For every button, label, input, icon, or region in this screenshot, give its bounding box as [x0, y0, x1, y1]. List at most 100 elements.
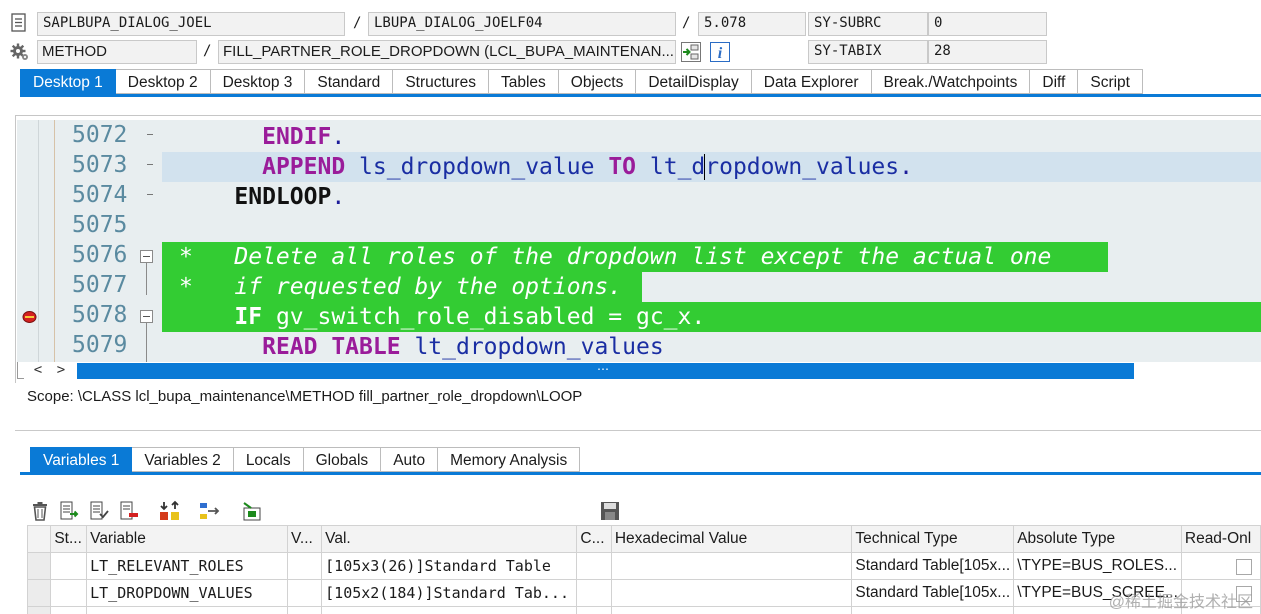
tab-breakpoints[interactable]: Break./Watchpoints: [871, 69, 1031, 94]
tab-desktop-1[interactable]: Desktop 1: [20, 69, 116, 94]
tab-structures[interactable]: Structures: [393, 69, 489, 94]
tab-desktop-2[interactable]: Desktop 2: [115, 69, 211, 94]
v-cell: [287, 579, 323, 607]
variables-table: St... Variable V... Val. C... Hexadecima…: [27, 525, 1261, 614]
code-editor[interactable]: 5072 5073 5074 5075 5076 5077 5078 5079 …: [17, 120, 1261, 362]
variable-tabs: Variables 1 Variables 2 Locals Globals A…: [30, 447, 581, 472]
code-line: READ TABLE lt_dropdown_values: [179, 332, 1261, 362]
tab-underline: [20, 94, 1261, 97]
tab-underline: [20, 472, 1261, 475]
column-header[interactable]: V...: [287, 525, 323, 553]
separator: /: [682, 15, 691, 31]
column-header[interactable]: C...: [576, 525, 612, 553]
period: .: [331, 124, 346, 150]
sy-tabix-value: 28: [928, 40, 1047, 64]
c-cell: [576, 579, 612, 607]
tab-memory-analysis[interactable]: Memory Analysis: [438, 447, 581, 472]
variable: ropdown_values: [705, 154, 900, 180]
period: .: [899, 154, 913, 180]
fold-line-icon: [147, 134, 153, 135]
column-header[interactable]: Absolute Type: [1013, 525, 1182, 553]
keyword: APPEND: [262, 154, 346, 180]
table-row[interactable]: LT_DROPDOWN_VALUES [105x2(184)]Standard …: [27, 579, 1261, 607]
tab-detail-display[interactable]: DetailDisplay: [636, 69, 752, 94]
code-line: * Delete all roles of the dropdown list …: [179, 242, 1261, 272]
tab-tables[interactable]: Tables: [488, 69, 559, 94]
export-icon[interactable]: [240, 500, 262, 522]
keyword: ENDLOOP: [234, 184, 332, 210]
tab-variables-2[interactable]: Variables 2: [132, 447, 234, 472]
tab-globals[interactable]: Globals: [303, 447, 382, 472]
row-selector-header: [27, 525, 52, 553]
horizontal-scrollbar[interactable]: ⋯: [77, 362, 1134, 379]
navigate-icon[interactable]: [680, 41, 702, 63]
tab-objects[interactable]: Objects: [558, 69, 637, 94]
table-row[interactable]: [27, 606, 1261, 614]
tab-data-explorer[interactable]: Data Explorer: [751, 69, 872, 94]
column-header[interactable]: Variable: [86, 525, 289, 553]
line-number: 5076: [72, 242, 128, 268]
breakpoint-icon[interactable]: [22, 310, 37, 324]
tab-auto[interactable]: Auto: [381, 447, 439, 472]
fold-line-icon: [147, 194, 153, 195]
collapse-icon[interactable]: [140, 310, 153, 323]
keyword: ENDIF: [262, 124, 332, 150]
row-selector[interactable]: [27, 552, 52, 580]
row-selector[interactable]: [27, 579, 52, 607]
variable: ls_dropdown_value: [359, 154, 595, 180]
value-cell[interactable]: [105x3(26)]Standard Table: [321, 552, 578, 580]
column-header[interactable]: St...: [50, 525, 88, 553]
panel-splitter[interactable]: [15, 430, 1261, 431]
v-cell: [287, 552, 323, 580]
value-cell[interactable]: [105x2(184)]Standard Tab...: [321, 579, 578, 607]
transfer-icon[interactable]: [198, 500, 220, 522]
program-icon: [10, 13, 28, 33]
column-header[interactable]: Hexadecimal Value: [610, 525, 853, 553]
line-number: 5073: [72, 152, 128, 178]
tab-variables-1[interactable]: Variables 1: [30, 447, 133, 472]
insert-variable-icon[interactable]: [58, 500, 80, 522]
event-name-field[interactable]: FILL_PARTNER_ROLE_DROPDOWN (LCL_BUPA_MAI…: [218, 40, 676, 64]
tab-diff[interactable]: Diff: [1030, 69, 1079, 94]
column-header[interactable]: Technical Type: [851, 525, 1015, 553]
sort-icon[interactable]: [158, 500, 180, 522]
line-number: 5074: [72, 182, 128, 208]
code-line: * if requested by the options.: [179, 272, 1261, 302]
line-field[interactable]: 5.078: [698, 12, 806, 36]
code-line: ENDIF.: [179, 122, 1261, 152]
save-icon[interactable]: [599, 500, 621, 522]
column-header[interactable]: Read-Onl: [1180, 525, 1261, 553]
comment: * if requested by the options.: [179, 274, 623, 300]
technical-type-cell: Standard Table[105x...: [851, 579, 1015, 607]
watermark: @稀土掘金技术社区: [1108, 594, 1253, 611]
row-selector[interactable]: [27, 606, 52, 614]
delete-icon[interactable]: [29, 500, 51, 522]
remove-variable-icon[interactable]: [118, 500, 140, 522]
code-line: APPEND ls_dropdown_value TO lt_dropdown_…: [179, 152, 1261, 182]
fold-line-icon: [147, 164, 153, 165]
program-field[interactable]: SAPLBUPA_DIALOG_JOEL: [37, 12, 345, 36]
copy-variable-icon[interactable]: [88, 500, 110, 522]
tab-standard[interactable]: Standard: [305, 69, 394, 94]
column-header[interactable]: Val.: [321, 525, 578, 553]
tab-locals[interactable]: Locals: [233, 447, 304, 472]
tab-script[interactable]: Script: [1078, 69, 1143, 94]
include-field[interactable]: LBUPA_DIALOG_JOELF04: [368, 12, 676, 36]
status-cell: [50, 579, 88, 607]
scroll-left-button[interactable]: <: [30, 361, 46, 379]
scroll-grip: ⋯: [597, 362, 609, 376]
info-icon[interactable]: i: [709, 41, 731, 63]
table-row[interactable]: LT_RELEVANT_ROLES [105x3(26)]Standard Ta…: [27, 552, 1261, 580]
line-number: 5078: [72, 302, 128, 328]
separator: /: [353, 15, 362, 31]
line-number: 5075: [72, 212, 128, 238]
breakpoint-gutter-line: [54, 120, 55, 362]
scroll-right-button[interactable]: >: [53, 361, 69, 379]
variable-cell[interactable]: LT_DROPDOWN_VALUES: [86, 579, 289, 607]
left-gutter: [17, 120, 39, 362]
variable-cell[interactable]: LT_RELEVANT_ROLES: [86, 552, 289, 580]
tab-desktop-3[interactable]: Desktop 3: [210, 69, 306, 94]
sy-subrc-label: SY-SUBRC: [808, 12, 928, 36]
collapse-icon[interactable]: [140, 250, 153, 263]
event-type-field[interactable]: METHOD: [37, 40, 197, 64]
